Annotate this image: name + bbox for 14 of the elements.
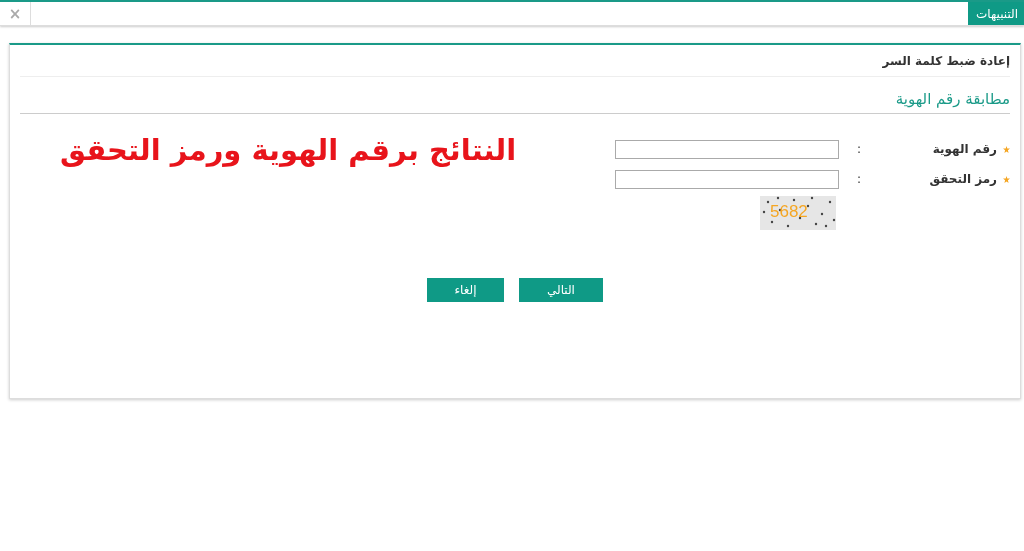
section-title: مطابقة رقم الهوية: [894, 89, 1010, 110]
field-label: رقم الهوية: [861, 142, 1010, 156]
notifications-tab[interactable]: التنبيهات: [968, 2, 1024, 25]
page-heading: إعادة ضبط كلمة السر: [881, 53, 1010, 70]
input-field[interactable]: [615, 139, 840, 159]
cancel-button[interactable]: إلغاء: [427, 278, 504, 302]
next-button[interactable]: التالي: [519, 278, 603, 302]
annotation-text: النتائج برقم الهوية ورمز التحقق: [60, 136, 517, 169]
colon: :: [856, 172, 862, 186]
colon: :: [856, 142, 862, 156]
field-label: رمز التحقق: [861, 172, 1010, 186]
captcha-image: 5682: [760, 196, 836, 230]
input-field[interactable]: [615, 169, 840, 189]
close-button[interactable]: ×: [0, 2, 31, 25]
